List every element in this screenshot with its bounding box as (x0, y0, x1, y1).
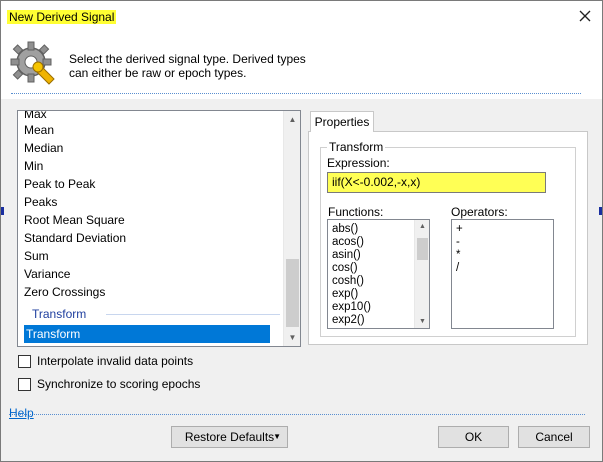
window-title: New Derived Signal (7, 10, 117, 24)
functions-scrollbar[interactable]: ▲ ▼ (414, 220, 429, 328)
tab-properties[interactable]: Properties (310, 111, 374, 132)
list-item[interactable]: Peaks (24, 193, 57, 211)
gear-wrench-icon (10, 41, 55, 85)
scroll-up-icon[interactable]: ▲ (415, 220, 429, 233)
operators-list[interactable]: + - * / (451, 219, 554, 329)
list-scrollbar[interactable]: ▲ ▼ (283, 111, 300, 346)
list-item[interactable]: ... (332, 327, 342, 328)
left-edge-marker (1, 207, 4, 215)
list-item[interactable]: Root Mean Square (24, 211, 125, 229)
list-item[interactable]: Mean (24, 121, 54, 139)
list-item[interactable]: * (456, 249, 460, 262)
header-description: Select the derived signal type. Derived … (69, 52, 306, 80)
right-edge-marker (599, 207, 602, 215)
interpolate-option[interactable]: Interpolate invalid data points (18, 353, 193, 369)
header-area: Select the derived signal type. Derived … (1, 34, 602, 99)
list-item[interactable]: abs() (332, 223, 358, 236)
list-item[interactable]: Variance (24, 265, 70, 283)
dropdown-caret-icon: ▼ (273, 432, 281, 441)
list-item[interactable]: exp2() (332, 314, 365, 327)
list-item[interactable]: asin() (332, 249, 361, 262)
synchronize-option[interactable]: Synchronize to scoring epochs (18, 376, 200, 392)
restore-defaults-label: Restore Defaults (184, 430, 275, 444)
new-derived-signal-dialog: New Derived Signal Select the derived si… (0, 0, 603, 462)
interpolate-label: Interpolate invalid data points (37, 354, 194, 368)
list-item[interactable]: Min (24, 157, 43, 175)
list-item[interactable]: exp() (332, 288, 358, 301)
list-group-header: Transform (32, 307, 87, 321)
list-item[interactable]: + (456, 223, 463, 236)
ok-button[interactable]: OK (438, 426, 509, 448)
list-item[interactable]: Sum (24, 247, 49, 265)
functions-list[interactable]: abs() acos() asin() cos() cosh() exp() e… (327, 219, 430, 329)
list-item[interactable]: cos() (332, 262, 358, 275)
title-bar: New Derived Signal (1, 1, 602, 34)
list-item[interactable]: Median (24, 139, 63, 157)
close-icon[interactable] (578, 9, 592, 23)
synchronize-checkbox[interactable] (18, 377, 31, 391)
scroll-down-icon[interactable]: ▼ (284, 329, 300, 346)
transform-group-title: Transform (327, 140, 386, 154)
list-item[interactable]: Zero Crossings (24, 283, 105, 301)
list-item[interactable]: acos() (332, 236, 364, 249)
functions-label: Functions: (328, 205, 384, 219)
scroll-up-icon[interactable]: ▲ (284, 111, 300, 128)
scroll-down-icon[interactable]: ▼ (415, 315, 429, 328)
interpolate-checkbox[interactable] (18, 354, 31, 368)
synchronize-label: Synchronize to scoring epochs (37, 377, 201, 391)
list-group-divider (106, 314, 280, 315)
help-link[interactable]: Help (9, 406, 34, 420)
header-separator (11, 93, 581, 94)
list-item-selected[interactable]: Transform (24, 325, 270, 343)
signal-type-list[interactable]: Max Mean Median Min Peak to Peak Peaks R… (17, 110, 301, 347)
list-item[interactable]: - (456, 236, 460, 249)
list-item[interactable]: cosh() (332, 275, 364, 288)
list-item[interactable]: Peak to Peak (24, 175, 95, 193)
expression-input[interactable]: iif(X<-0.002,-x,x) (327, 172, 546, 193)
expression-label: Expression: (327, 156, 390, 170)
footer-separator (9, 414, 585, 415)
restore-defaults-button[interactable]: Restore Defaults ▼ (171, 426, 288, 448)
list-item[interactable]: / (456, 262, 459, 275)
scroll-thumb[interactable] (417, 238, 428, 260)
list-item[interactable]: exp10() (332, 301, 371, 314)
cancel-button[interactable]: Cancel (518, 426, 590, 448)
list-item[interactable]: Standard Deviation (24, 229, 126, 247)
operators-label: Operators: (451, 205, 508, 219)
scroll-thumb[interactable] (286, 259, 299, 327)
